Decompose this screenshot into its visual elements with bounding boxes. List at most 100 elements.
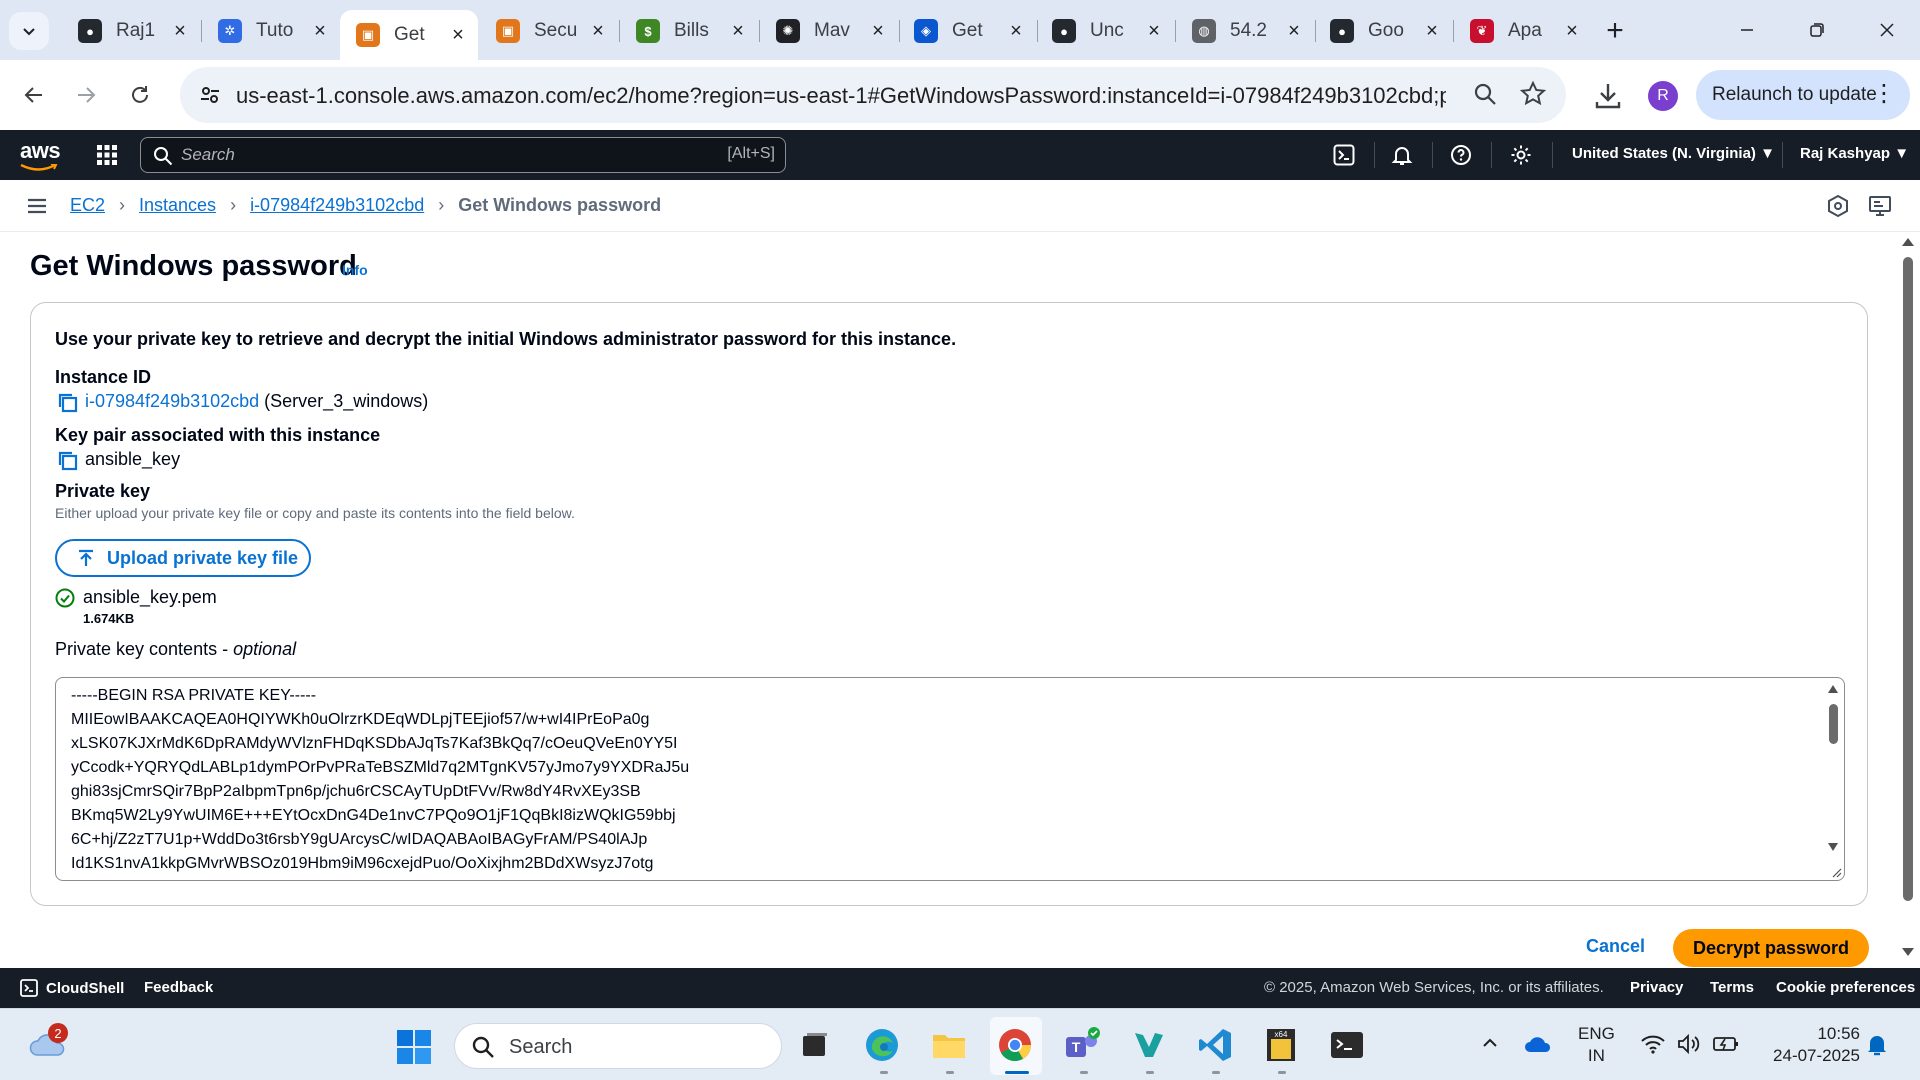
browser-tab-active[interactable]: ▣ Get ×	[340, 10, 478, 60]
tab-close-icon[interactable]: ×	[1284, 20, 1304, 42]
tab-close-icon[interactable]: ×	[1144, 20, 1164, 42]
taskbar-visual-studio[interactable]	[1129, 1025, 1169, 1065]
scroll-down-arrow-icon[interactable]	[1901, 947, 1915, 957]
decrypt-password-button[interactable]: Decrypt password	[1673, 929, 1869, 967]
browser-tab[interactable]: $ Bills ×	[620, 10, 758, 52]
taskbar-terminal[interactable]	[1327, 1025, 1367, 1065]
status-button[interactable]	[1826, 194, 1850, 223]
tab-close-icon[interactable]: ×	[728, 20, 748, 42]
network-tray[interactable]	[1640, 1033, 1666, 1060]
onedrive-tray[interactable]	[1524, 1035, 1552, 1058]
tab-close-icon[interactable]: ×	[1422, 20, 1442, 42]
tab-close-icon[interactable]: ×	[448, 24, 468, 46]
url-text[interactable]: us-east-1.console.aws.amazon.com/ec2/hom…	[236, 83, 1446, 109]
browser-tab[interactable]: ▣ Secu ×	[480, 10, 618, 52]
copy-icon[interactable]	[57, 450, 79, 472]
taskbar-vscode[interactable]	[1195, 1025, 1235, 1065]
tab-close-icon[interactable]: ×	[1562, 20, 1582, 42]
downloads-button[interactable]	[1590, 78, 1626, 119]
taskbar-search[interactable]: Search	[454, 1023, 782, 1069]
system-clock[interactable]: 10:56 24-07-2025	[1756, 1023, 1860, 1067]
help-button[interactable]	[1449, 143, 1473, 167]
tab-close-icon[interactable]: ×	[310, 20, 330, 42]
site-info-button[interactable]	[192, 77, 228, 113]
taskbar-file-explorer[interactable]	[929, 1025, 969, 1065]
cloudshell-link[interactable]: CloudShell	[20, 979, 124, 997]
browser-tab[interactable]: ◍ 54.2 ×	[1176, 10, 1314, 52]
forward-button[interactable]	[68, 77, 104, 113]
new-tab-button[interactable]: +	[1598, 14, 1632, 48]
aws-search-bar[interactable]: Search [Alt+S]	[140, 137, 786, 173]
terms-link[interactable]: Terms	[1710, 979, 1754, 996]
breadcrumb-instance-id[interactable]: i-07984f249b3102cbd	[250, 195, 424, 216]
scroll-up-arrow-icon[interactable]	[1827, 684, 1839, 694]
address-bar[interactable]: us-east-1.console.aws.amazon.com/ec2/hom…	[180, 67, 1566, 123]
bookmark-button[interactable]	[1518, 79, 1548, 114]
edge-browser-icon	[866, 1029, 898, 1061]
tab-search-button[interactable]	[9, 12, 49, 50]
upload-private-key-button[interactable]: Upload private key file	[55, 539, 311, 577]
taskbar-chrome[interactable]	[995, 1025, 1035, 1065]
aws-logo[interactable]: aws	[20, 138, 61, 164]
back-button[interactable]	[16, 77, 52, 113]
browser-tab[interactable]: ✲ Tuto ×	[202, 10, 340, 52]
taskbar-task-view[interactable]	[795, 1025, 835, 1065]
profile-avatar[interactable]: R	[1648, 81, 1678, 111]
cancel-button[interactable]: Cancel	[1586, 936, 1645, 957]
menu-icon	[28, 198, 46, 214]
minimize-button[interactable]	[1722, 10, 1772, 50]
browser-tab[interactable]: ● Goo ×	[1314, 10, 1452, 52]
browser-tab[interactable]: ● Raj1 ×	[62, 10, 200, 52]
close-window-button[interactable]	[1862, 10, 1912, 50]
page-scroll-thumb[interactable]	[1903, 257, 1913, 901]
breadcrumb-instances[interactable]: Instances	[139, 195, 216, 216]
instance-id-link[interactable]: i-07984f249b3102cbd	[85, 391, 259, 411]
show-hidden-icons-button[interactable]	[1480, 1033, 1500, 1058]
settings-button[interactable]	[1509, 143, 1533, 167]
textarea-scrollbar[interactable]	[1824, 680, 1842, 878]
tab-close-icon[interactable]: ×	[170, 20, 190, 42]
textarea-scroll-thumb[interactable]	[1829, 704, 1838, 744]
notifications-button[interactable]	[1390, 143, 1414, 167]
browser-tab[interactable]: ❦ Apa ×	[1454, 10, 1592, 52]
help-panel-button[interactable]	[1868, 194, 1892, 223]
resize-handle-icon[interactable]	[1830, 866, 1842, 878]
start-button[interactable]	[396, 1029, 432, 1070]
feedback-link[interactable]: Feedback	[144, 979, 213, 996]
info-link[interactable]: Info	[342, 262, 368, 278]
privacy-link[interactable]: Privacy	[1630, 979, 1683, 996]
cookie-preferences-link[interactable]: Cookie preferences	[1776, 979, 1915, 996]
volume-tray[interactable]	[1676, 1033, 1702, 1060]
tab-close-icon[interactable]: ×	[868, 20, 888, 42]
tab-title: Get	[394, 24, 425, 45]
tab-close-icon[interactable]: ×	[1006, 20, 1026, 42]
relaunch-to-update-button[interactable]: Relaunch to update ⋮	[1696, 70, 1910, 120]
taskbar-edge[interactable]	[862, 1025, 902, 1065]
language-indicator[interactable]: ENG IN	[1578, 1023, 1615, 1067]
svg-text:T: T	[1072, 1039, 1081, 1055]
zoom-button[interactable]	[1470, 79, 1500, 114]
account-menu[interactable]: Raj Kashyap ▼	[1800, 145, 1909, 162]
aws-search-input[interactable]: Search	[181, 145, 235, 165]
services-menu-button[interactable]	[96, 144, 118, 171]
breadcrumb-ec2[interactable]: EC2	[70, 195, 105, 216]
page-scrollbar[interactable]	[1898, 233, 1918, 963]
copy-icon[interactable]	[57, 392, 79, 414]
reload-button[interactable]	[122, 77, 158, 113]
scroll-down-arrow-icon[interactable]	[1827, 842, 1839, 852]
tab-close-icon[interactable]: ×	[588, 20, 608, 42]
private-key-textarea[interactable]: -----BEGIN RSA PRIVATE KEY----- MIIEowIBA…	[55, 677, 1845, 881]
private-key-text[interactable]: -----BEGIN RSA PRIVATE KEY----- MIIEowIBA…	[71, 684, 689, 876]
browser-tab[interactable]: ✺ Mav ×	[760, 10, 898, 52]
taskbar-teams[interactable]: T	[1062, 1025, 1102, 1065]
browser-tab[interactable]: ◈ Get ×	[898, 10, 1036, 52]
restore-button[interactable]	[1792, 10, 1842, 50]
scroll-up-arrow-icon[interactable]	[1901, 237, 1915, 247]
notification-center-button[interactable]	[1866, 1033, 1888, 1062]
region-selector[interactable]: United States (N. Virginia) ▼	[1572, 145, 1775, 162]
taskbar-winrar[interactable]: x64	[1261, 1025, 1301, 1065]
browser-tab[interactable]: ● Unc ×	[1036, 10, 1174, 52]
cloudshell-button[interactable]	[1332, 143, 1356, 167]
side-navigation-toggle[interactable]	[26, 195, 48, 222]
battery-tray[interactable]	[1712, 1033, 1740, 1060]
